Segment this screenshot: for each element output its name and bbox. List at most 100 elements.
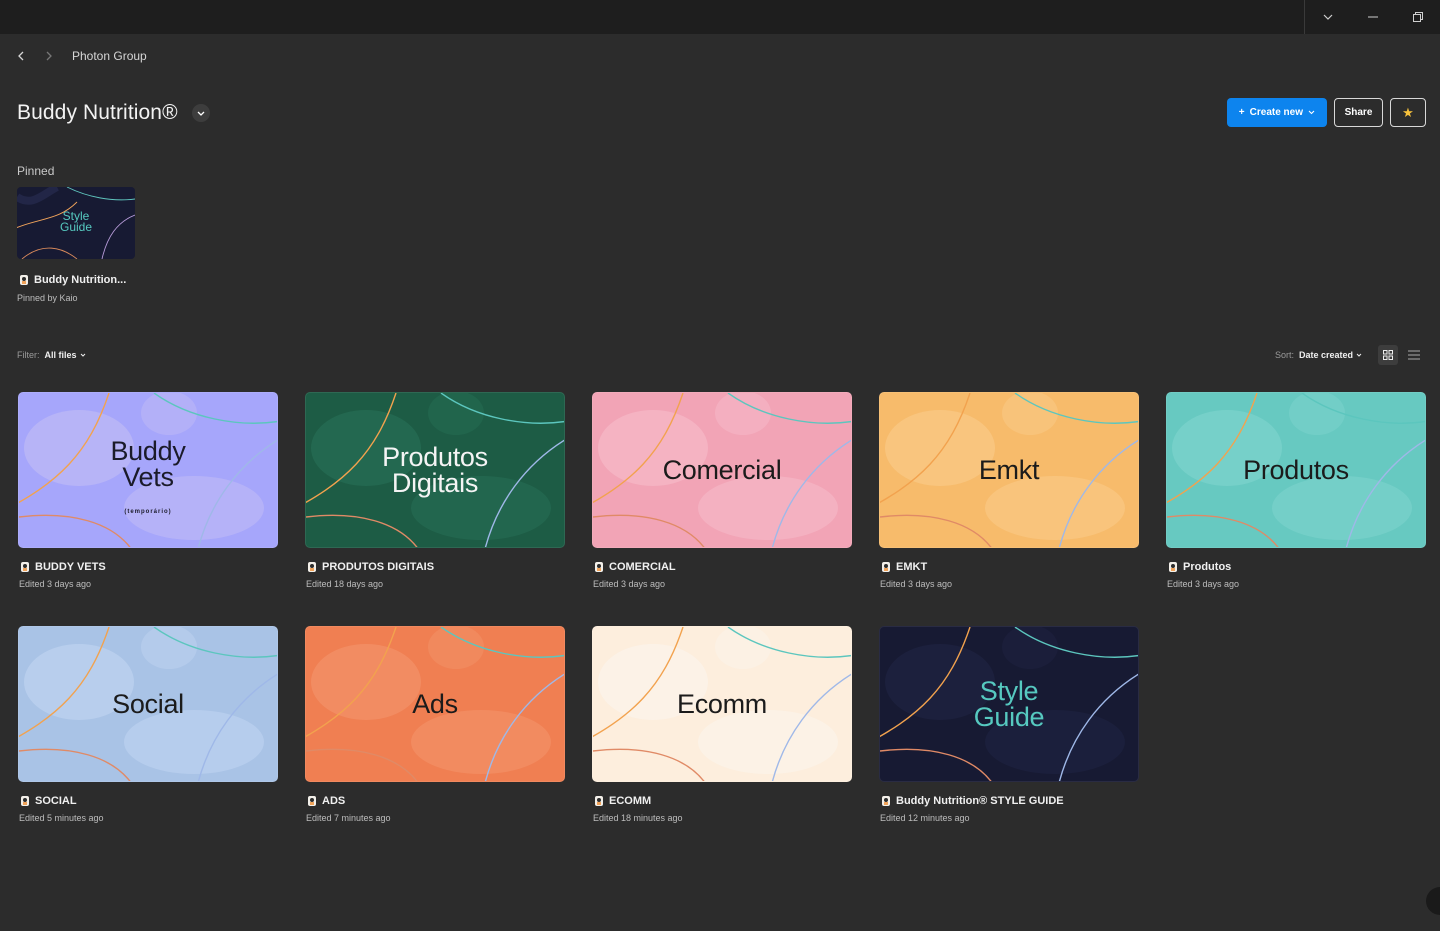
thumbnail-title-line1: Buddy [110, 436, 186, 466]
file-name-text: ECOMM [609, 795, 652, 807]
file-edited-meta: Edited 3 days ago [1167, 579, 1240, 589]
file-card[interactable]: Produtos Produtos Edited 3 days ago [1166, 392, 1426, 589]
file-edited-meta: Edited 5 minutes ago [19, 813, 104, 823]
share-button[interactable]: Share [1334, 98, 1383, 127]
page-title: Buddy Nutrition® [17, 101, 178, 124]
back-arrow-icon[interactable] [14, 46, 28, 66]
pinned-file-meta: Pinned by Kaio [17, 293, 78, 303]
thumbnail-title-line2: Digitais [391, 468, 479, 498]
figma-file-icon [20, 275, 28, 285]
figma-file-icon [595, 562, 603, 572]
breadcrumb-team-link[interactable]: Photon Group [72, 49, 147, 63]
figma-file-icon [21, 562, 29, 572]
thumbnail-title: Social [19, 627, 277, 781]
help-button[interactable] [1426, 887, 1440, 915]
file-name[interactable]: PRODUTOS DIGITAIS [307, 561, 565, 573]
forward-arrow-icon[interactable] [42, 46, 56, 66]
file-name-text: Buddy Nutrition® STYLE GUIDE [896, 795, 1064, 807]
filter-dropdown[interactable]: All files [45, 350, 86, 360]
file-name[interactable]: EMKT [881, 561, 1139, 573]
pinned-file-thumbnail[interactable]: Style Guide [17, 187, 135, 259]
file-name[interactable]: ECOMM [594, 795, 852, 807]
file-thumbnail[interactable]: Style Guide [879, 626, 1139, 782]
window-titlebar [0, 0, 1440, 34]
chevron-down-icon [80, 353, 85, 357]
page-title-row: Buddy Nutrition® [17, 98, 210, 128]
chevron-down-icon[interactable] [1305, 0, 1350, 34]
file-name[interactable]: Produtos [1168, 561, 1426, 573]
file-thumbnail[interactable]: Produtos Digitais [305, 392, 565, 548]
header-actions: + Create new Share ★ [1226, 98, 1426, 127]
file-thumbnail[interactable]: Comercial [592, 392, 852, 548]
thumbnail-title-line1: Emkt [978, 455, 1040, 485]
sort-dropdown[interactable]: Date created [1299, 350, 1362, 360]
figma-file-icon [308, 796, 316, 806]
file-edited-meta: Edited 7 minutes ago [306, 813, 391, 823]
file-name[interactable]: ADS [307, 795, 565, 807]
file-card[interactable]: Emkt EMKT Edited 3 days ago [879, 392, 1139, 589]
minimize-icon[interactable] [1350, 0, 1395, 34]
file-name-text: Produtos [1183, 561, 1232, 573]
file-card[interactable]: Buddy Vets (temporário) BUDDY VETS Edited 3 … [18, 392, 278, 589]
thumbnail-title: Produtos Digitais [306, 393, 564, 547]
thumbnail-title: Produtos [1167, 393, 1425, 547]
file-card[interactable]: Ecomm ECOMM Edited 18 minutes ago [592, 626, 852, 823]
pinned-file-name[interactable]: Buddy Nutrition... [19, 274, 126, 286]
filter-value: All files [44, 350, 77, 360]
thumbnail-title: Comercial [593, 393, 851, 547]
thumbnail-title-line1: Produtos [382, 442, 488, 472]
chevron-down-icon [1308, 110, 1315, 115]
file-name-text: PRODUTOS DIGITAIS [322, 561, 435, 573]
figma-file-icon [308, 562, 316, 572]
list-icon [1408, 350, 1420, 360]
file-edited-meta: Edited 18 days ago [306, 579, 384, 589]
thumbnail-title: Emkt [880, 393, 1138, 547]
file-name-text: BUDDY VETS [35, 561, 106, 573]
file-name[interactable]: SOCIAL [20, 795, 278, 807]
figma-file-icon [21, 796, 29, 806]
create-new-button[interactable]: + Create new [1226, 98, 1327, 127]
list-view-button[interactable] [1404, 345, 1424, 365]
file-thumbnail[interactable]: Produtos [1166, 392, 1426, 548]
thumbnail-title: Ecomm [593, 627, 851, 781]
figma-file-icon [882, 562, 890, 572]
grid-view-button[interactable] [1378, 345, 1398, 365]
chevron-down-icon [1356, 353, 1362, 357]
sort-control[interactable]: Sort: Date created [1275, 350, 1362, 360]
thumbnail-title: Ads [306, 627, 564, 781]
thumbnail-title: Buddy Vets (temporário) [19, 393, 277, 547]
figma-file-icon [882, 796, 890, 806]
file-thumbnail[interactable]: Social [18, 626, 278, 782]
thumbnail-title-line1: Ads [412, 689, 458, 719]
pinned-file-name-text: Buddy Nutrition... [34, 274, 127, 286]
file-thumbnail[interactable]: Ads [305, 626, 565, 782]
figma-file-icon [1169, 562, 1177, 572]
thumbnail-title-line1: Produtos [1243, 455, 1349, 485]
file-name[interactable]: BUDDY VETS [20, 561, 278, 573]
file-card[interactable]: Comercial COMERCIAL Edited 3 days ago [592, 392, 852, 589]
file-name-text: ADS [322, 795, 346, 807]
file-thumbnail[interactable]: Buddy Vets (temporário) [18, 392, 278, 548]
thumbnail-subtitle: (temporário) [124, 509, 172, 515]
favorite-star-button[interactable]: ★ [1390, 98, 1426, 127]
file-card[interactable]: Social SOCIAL Edited 5 minutes ago [18, 626, 278, 823]
file-name-text: COMERCIAL [609, 561, 676, 573]
filter-control[interactable]: Filter: All files [17, 350, 86, 360]
file-edited-meta: Edited 18 minutes ago [593, 813, 683, 823]
file-name[interactable]: COMERCIAL [594, 561, 852, 573]
sort-label: Sort: [1274, 350, 1294, 360]
file-thumbnail[interactable]: Emkt [879, 392, 1139, 548]
file-name[interactable]: Buddy Nutrition® STYLE GUIDE [881, 795, 1139, 807]
breadcrumb: Photon Group [14, 46, 147, 66]
file-card[interactable]: Ads ADS Edited 7 minutes ago [305, 626, 565, 823]
file-thumbnail[interactable]: Ecomm [592, 626, 852, 782]
project-menu-chevron-icon[interactable] [191, 104, 210, 122]
pinned-thumb-line2: Guide [59, 220, 93, 234]
file-card[interactable]: Produtos Digitais PRODUTOS DIGITAIS Edited … [305, 392, 565, 589]
file-card[interactable]: Style Guide Buddy Nutrition® STYLE GUIDE Ed… [879, 626, 1139, 823]
file-name-text: EMKT [896, 561, 928, 573]
file-name-text: SOCIAL [35, 795, 77, 807]
filter-label: Filter: [17, 350, 40, 360]
restore-icon[interactable] [1395, 0, 1440, 34]
thumbnail-title: Style Guide [880, 627, 1138, 781]
